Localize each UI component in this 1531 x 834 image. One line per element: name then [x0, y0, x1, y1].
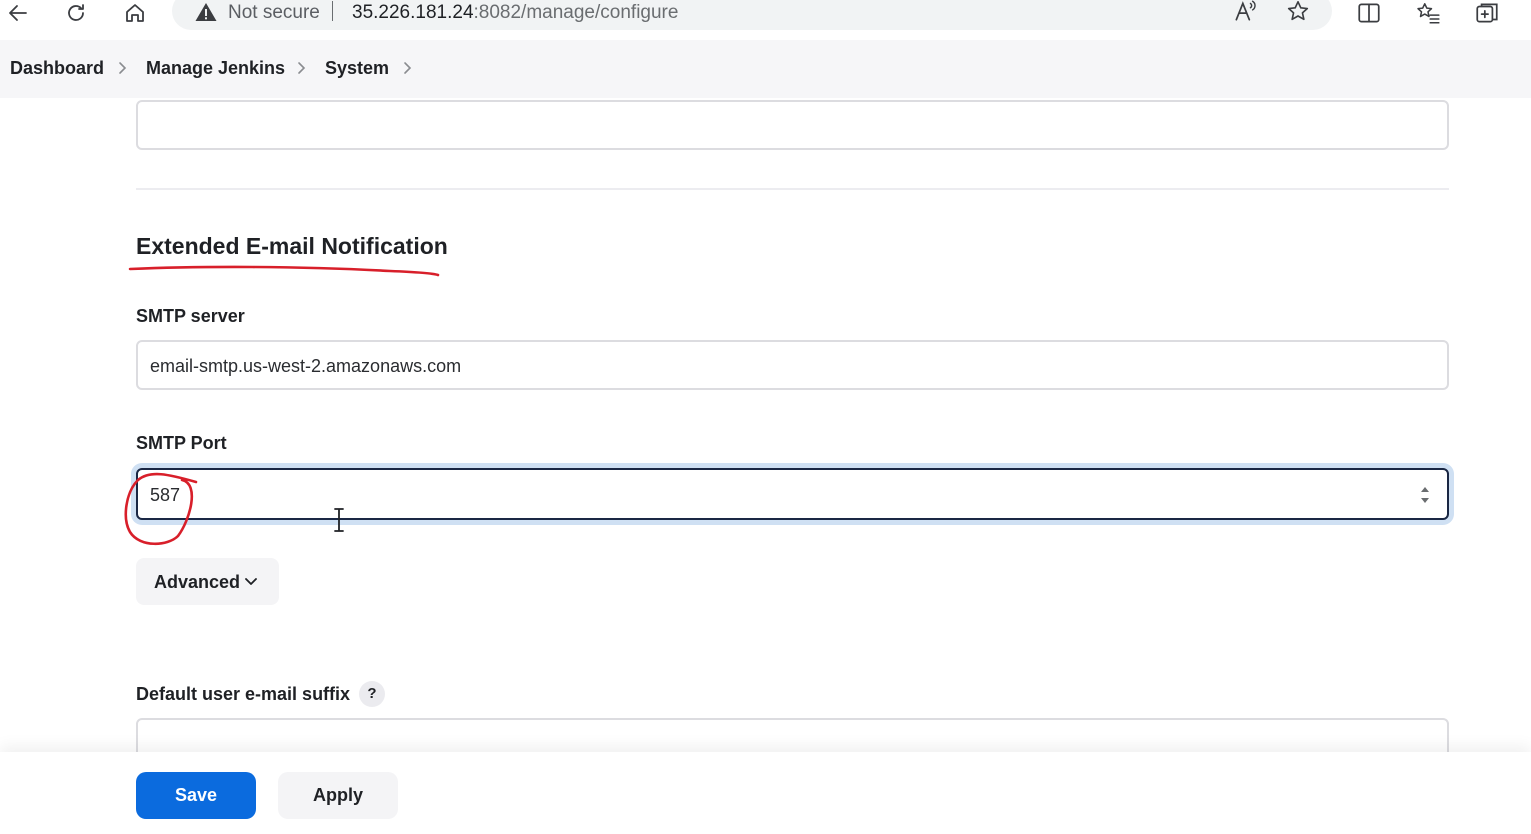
number-spinner-icon[interactable]	[1419, 484, 1431, 506]
smtp-server-value[interactable]: email-smtp.us-west-2.amazonaws.com	[150, 356, 1350, 377]
address-bar[interactable]: Not secure 35.226.181.24:8082/manage/con…	[172, 0, 1332, 30]
title-underline-annotation	[128, 265, 440, 277]
url-path: :8082/manage/configure	[473, 2, 679, 23]
breadcrumb-manage-jenkins[interactable]: Manage Jenkins	[146, 58, 285, 79]
text-cursor-icon	[334, 508, 344, 532]
chevron-right-icon[interactable]	[399, 60, 415, 76]
collections-icon[interactable]	[1474, 0, 1500, 26]
back-arrow-icon[interactable]	[4, 0, 32, 26]
smtp-port-value[interactable]: 587	[150, 485, 1350, 506]
smtp-server-label: SMTP server	[136, 306, 245, 326]
address-separator	[332, 1, 333, 21]
breadcrumb-dashboard[interactable]: Dashboard	[10, 58, 104, 79]
favorite-star-icon[interactable]	[1285, 0, 1311, 24]
browser-toolbar: Not secure 35.226.181.24:8082/manage/con…	[0, 0, 1531, 30]
advanced-label: Advanced	[154, 572, 241, 592]
smtp-port-label: SMTP Port	[136, 433, 227, 453]
breadcrumb: Dashboard Manage Jenkins System	[0, 40, 1531, 98]
url-host: 35.226.181.24	[352, 2, 474, 23]
chevron-right-icon	[119, 62, 127, 74]
advanced-button[interactable]: Advanced	[136, 558, 279, 605]
section-divider	[136, 188, 1449, 190]
favorites-icon[interactable]	[1415, 0, 1441, 26]
reload-icon[interactable]	[62, 0, 90, 26]
chevron-down-icon	[245, 578, 257, 585]
apply-button[interactable]: Apply	[278, 772, 398, 819]
url-text[interactable]: 35.226.181.24:8082/manage/configure	[352, 2, 678, 24]
section-title: Extended E-mail Notification	[136, 233, 448, 259]
not-secure-label[interactable]: Not secure	[228, 2, 320, 24]
smtp-server-field[interactable]: email-smtp.us-west-2.amazonaws.com	[136, 340, 1449, 390]
help-icon[interactable]: ?	[359, 681, 385, 707]
warning-icon[interactable]	[194, 0, 218, 24]
save-button[interactable]: Save	[136, 772, 256, 819]
chevron-right-icon	[298, 62, 306, 74]
action-bar: Save Apply	[0, 752, 1531, 834]
previous-field-input[interactable]	[136, 100, 1449, 150]
breadcrumb-system[interactable]: System	[325, 58, 389, 79]
read-aloud-icon[interactable]	[1232, 0, 1258, 24]
home-icon[interactable]	[121, 0, 149, 26]
default-suffix-label: Default user e-mail suffix	[136, 684, 351, 704]
split-screen-icon[interactable]	[1356, 0, 1382, 26]
